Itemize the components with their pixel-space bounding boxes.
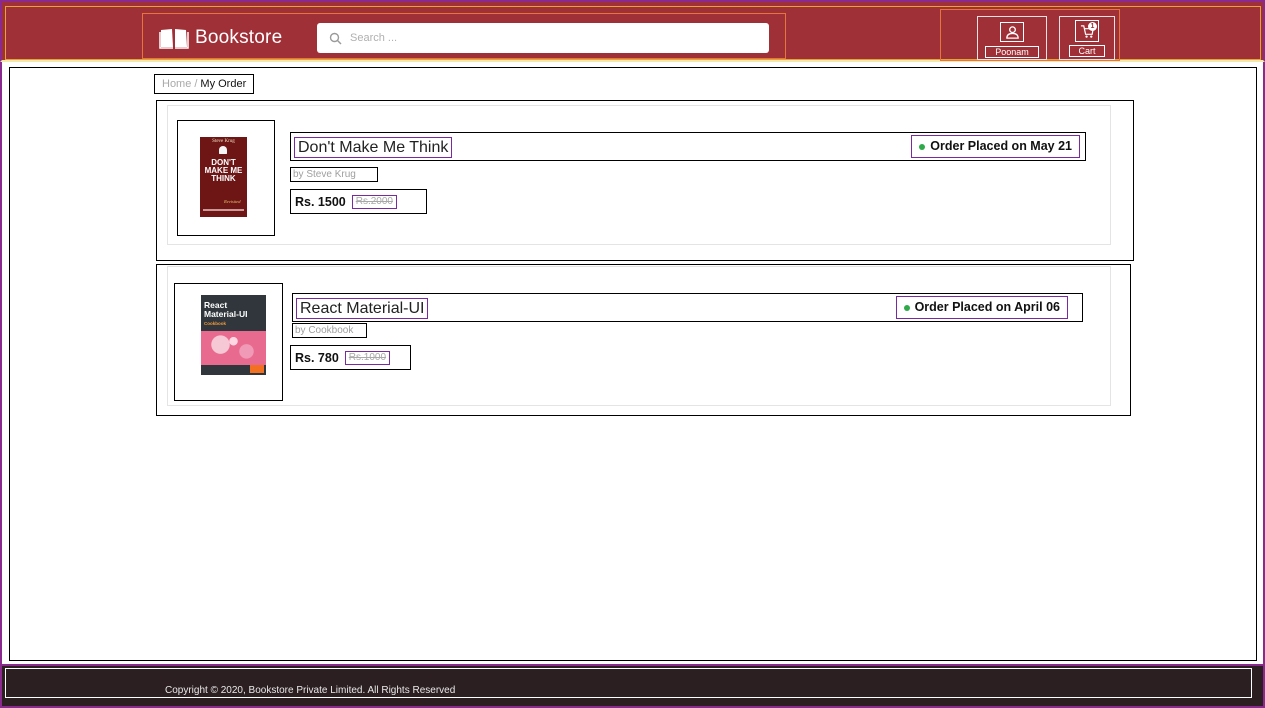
price-box: Rs. 1500 Rs.2000 bbox=[290, 189, 427, 214]
app-footer: Copyright © 2020, Bookstore Private Limi… bbox=[0, 664, 1265, 708]
book-cover-frame: React Material-UI Cookbook bbox=[174, 283, 283, 401]
order-title-row: React Material-UI Order Placed on April … bbox=[292, 293, 1083, 322]
header-inner: Bookstore Poonam bbox=[5, 6, 1261, 61]
cart-icon: 1 bbox=[1075, 20, 1099, 42]
breadcrumb-separator: / bbox=[194, 78, 198, 90]
cover-title: DON'T MAKE ME THINK bbox=[204, 158, 243, 183]
profile-label: Poonam bbox=[985, 46, 1039, 58]
order-status: Order Placed on April 06 bbox=[895, 296, 1068, 319]
book-cover-frame: Steve Krug DON'T MAKE ME THINK Revisited bbox=[177, 120, 275, 236]
order-card: Steve Krug DON'T MAKE ME THINK Revisited… bbox=[156, 100, 1134, 261]
order-status-text: Order Placed on May 21 bbox=[930, 139, 1072, 153]
frame-left bbox=[0, 62, 2, 666]
breadcrumb: Home / My Order bbox=[154, 74, 255, 94]
breadcrumb-home-link[interactable]: Home bbox=[162, 75, 191, 93]
status-dot-icon bbox=[919, 144, 926, 150]
profile-button[interactable]: Poonam bbox=[977, 16, 1047, 60]
order-status: Order Placed on May 21 bbox=[911, 135, 1080, 158]
brand-logo[interactable]: Bookstore bbox=[159, 26, 282, 50]
cover-subtitle: Cookbook bbox=[204, 321, 226, 326]
order-title-row: Don't Make Me Think Order Placed on May … bbox=[290, 132, 1086, 161]
book-cover-image[interactable]: Steve Krug DON'T MAKE ME THINK Revisited bbox=[200, 137, 247, 217]
cover-author: Steve Krug bbox=[212, 139, 235, 144]
book-cover-image[interactable]: React Material-UI Cookbook bbox=[201, 295, 266, 375]
brand-search-group: Bookstore bbox=[142, 13, 786, 59]
cover-figure bbox=[219, 146, 227, 154]
cover-subtitle: Revisited bbox=[224, 199, 241, 204]
book-price: Rs. 1500 bbox=[295, 194, 346, 209]
cover-title: React Material-UI bbox=[204, 300, 248, 319]
breadcrumb-current: My Order bbox=[200, 78, 247, 90]
brand-name: Bookstore bbox=[195, 27, 283, 48]
cover-publisher-badge bbox=[250, 365, 264, 373]
book-original-price: Rs.2000 bbox=[351, 194, 397, 209]
status-dot-icon bbox=[903, 305, 910, 311]
search-bar bbox=[317, 23, 769, 53]
search-input[interactable] bbox=[350, 32, 750, 44]
user-actions: Poonam 1 Cart bbox=[940, 9, 1120, 61]
cart-count-badge: 1 bbox=[1088, 22, 1097, 31]
search-icon bbox=[329, 32, 342, 44]
book-icon bbox=[159, 29, 189, 49]
app-header: Bookstore Poonam bbox=[0, 0, 1265, 62]
book-price: Rs. 780 bbox=[295, 350, 339, 365]
price-box: Rs. 780 Rs.1000 bbox=[290, 345, 411, 370]
cover-artwork bbox=[201, 331, 266, 365]
cart-button[interactable]: 1 Cart bbox=[1059, 16, 1115, 60]
book-author: by Steve Krug bbox=[290, 167, 378, 182]
order-status-text: Order Placed on April 06 bbox=[914, 300, 1060, 314]
copyright-text: Copyright © 2020, Bookstore Private Limi… bbox=[165, 685, 456, 696]
person-icon bbox=[1000, 22, 1024, 42]
cart-label: Cart bbox=[1069, 45, 1105, 57]
book-title[interactable]: React Material-UI bbox=[296, 298, 429, 319]
order-card: React Material-UI Cookbook React Materia… bbox=[156, 264, 1131, 416]
book-title[interactable]: Don't Make Me Think bbox=[294, 137, 453, 158]
cover-footer-line bbox=[203, 209, 244, 211]
book-original-price: Rs.1000 bbox=[344, 350, 391, 365]
book-author: by Cookbook bbox=[292, 323, 367, 338]
